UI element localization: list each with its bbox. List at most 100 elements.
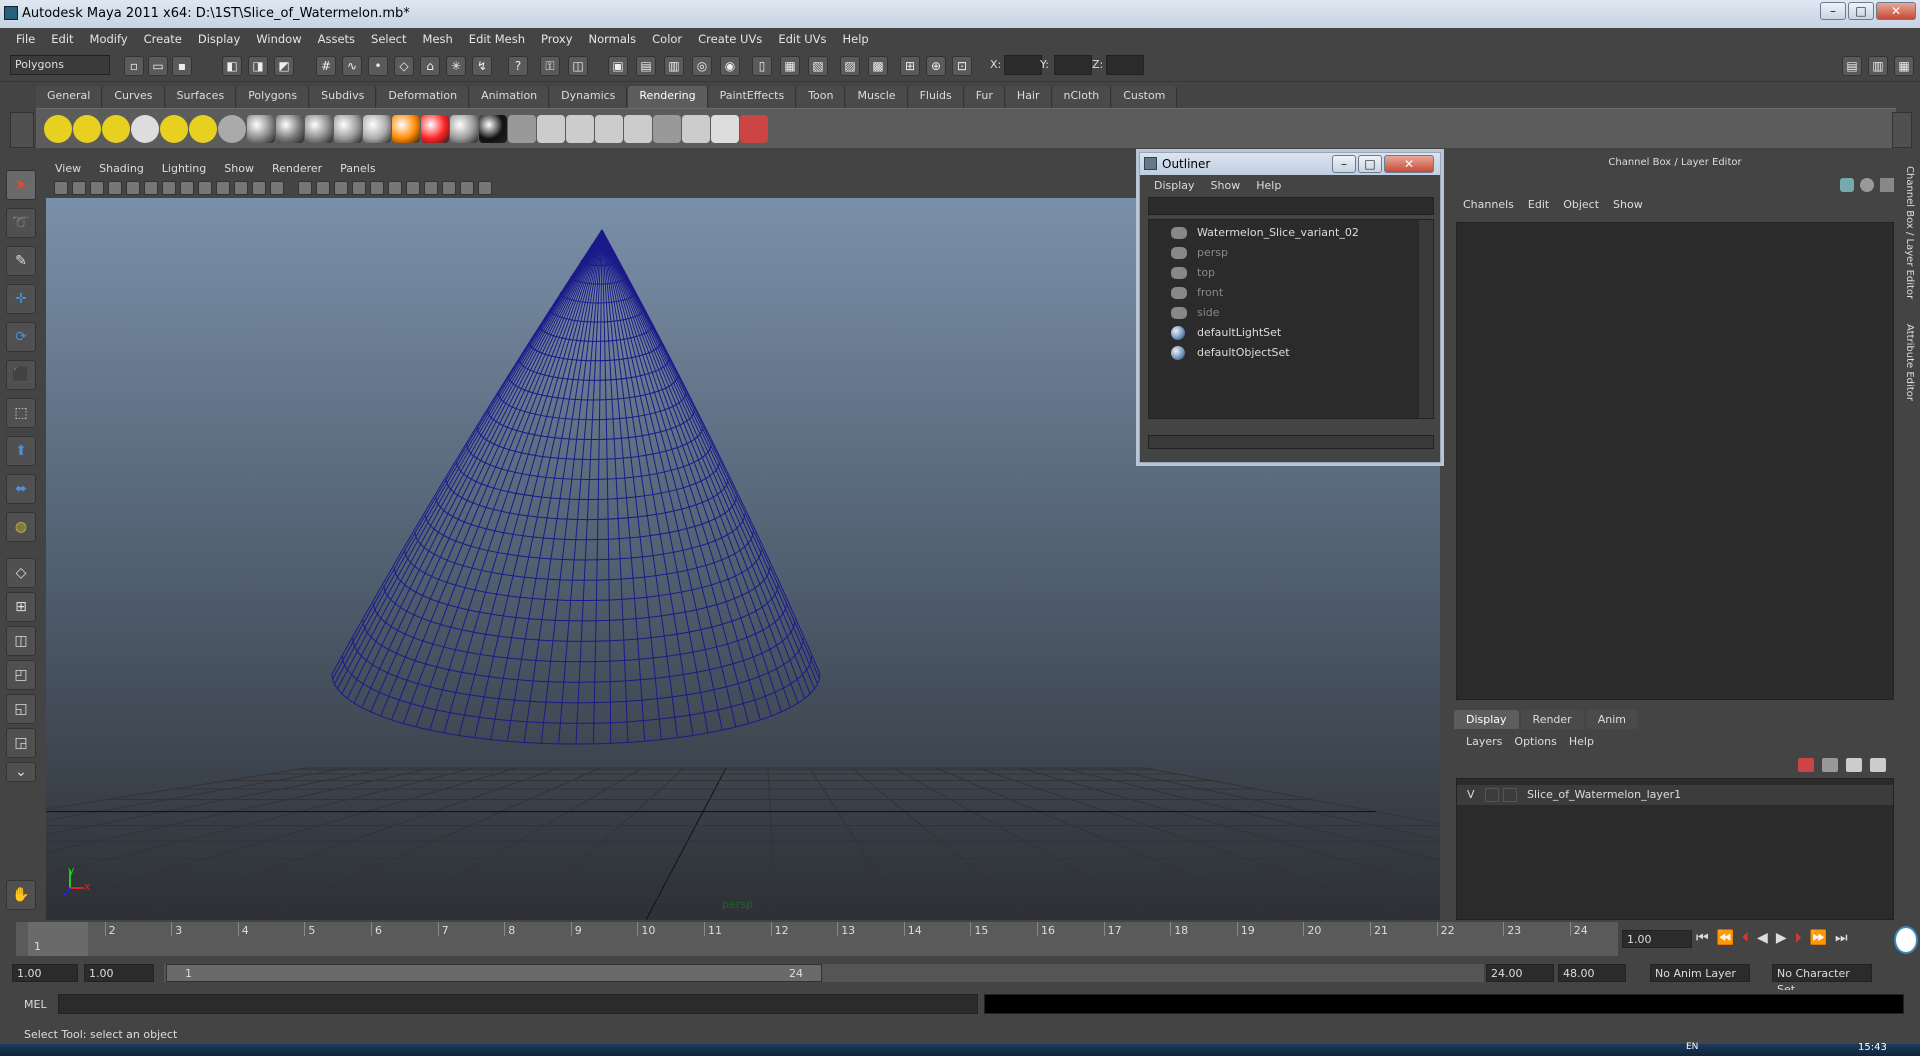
safe-action-icon[interactable] bbox=[252, 181, 266, 195]
shelf-tab-hair[interactable]: Hair bbox=[1005, 86, 1052, 108]
layout-more-icon[interactable]: ⌄ bbox=[6, 762, 36, 782]
construction-history-icon[interactable]: ↯ bbox=[472, 56, 492, 76]
menu-normals[interactable]: Normals bbox=[581, 32, 645, 46]
shelf-scroll-icon[interactable] bbox=[1892, 112, 1912, 148]
character-set-dropdown[interactable]: No Character Set bbox=[1772, 964, 1872, 996]
channel-box-area[interactable] bbox=[1456, 222, 1894, 700]
fur-icon[interactable] bbox=[711, 115, 739, 143]
lambert-icon[interactable] bbox=[276, 115, 304, 143]
go-to-end-icon[interactable]: ⏭ bbox=[1835, 930, 1848, 946]
anim-layer-dropdown[interactable]: No Anim Layer bbox=[1650, 964, 1750, 982]
select-tool-icon[interactable]: ➤ bbox=[6, 170, 36, 200]
help-icon[interactable]: ? bbox=[508, 56, 528, 76]
select-object-icon[interactable]: ◨ bbox=[248, 56, 268, 76]
outliner-item[interactable]: side bbox=[1171, 304, 1220, 322]
show-manipulator-icon[interactable]: ⬌ bbox=[6, 474, 36, 504]
render-view-icon[interactable] bbox=[537, 115, 565, 143]
blinn-icon[interactable] bbox=[247, 115, 275, 143]
persp-graph-layout-icon[interactable]: ◰ bbox=[6, 660, 36, 690]
layer-menu-layers[interactable]: Layers bbox=[1460, 735, 1508, 748]
x-field[interactable] bbox=[1004, 55, 1042, 75]
shelf-tab-toon[interactable]: Toon bbox=[797, 86, 846, 108]
menu-color[interactable]: Color bbox=[644, 32, 690, 46]
shadows-icon[interactable] bbox=[388, 181, 402, 195]
menu-modify[interactable]: Modify bbox=[82, 32, 136, 46]
paint-icon[interactable] bbox=[740, 115, 768, 143]
rotate-tool-icon[interactable]: ⟳ bbox=[6, 322, 36, 352]
y-field[interactable] bbox=[1054, 55, 1092, 75]
auto-key-icon[interactable] bbox=[1894, 926, 1918, 954]
outliner-list[interactable]: Watermelon_Slice_variant_02 persp top fr… bbox=[1148, 219, 1434, 419]
xray-icon[interactable] bbox=[442, 181, 456, 195]
numeric-input-icon[interactable]: ⊞ bbox=[900, 56, 920, 76]
four-pane-layout-icon[interactable]: ⊞ bbox=[6, 592, 36, 622]
close-button[interactable]: ✕ bbox=[1876, 2, 1916, 20]
shelf-tab-painteffects[interactable]: PaintEffects bbox=[708, 86, 797, 108]
play-forwards-icon[interactable]: ▶ bbox=[1776, 930, 1787, 946]
outliner-item[interactable]: persp bbox=[1171, 244, 1228, 262]
shelf-tab-rendering[interactable]: Rendering bbox=[628, 86, 708, 108]
move-layer-up-icon[interactable] bbox=[1846, 758, 1862, 772]
volume-light-icon[interactable] bbox=[189, 115, 217, 143]
batch-render-icon[interactable] bbox=[682, 115, 710, 143]
maximize-button[interactable]: □ bbox=[1848, 2, 1874, 20]
film-gate-icon[interactable] bbox=[180, 181, 194, 195]
menu-create[interactable]: Create bbox=[136, 32, 190, 46]
move-layer-down-icon[interactable] bbox=[1870, 758, 1886, 772]
hypershade-icon[interactable] bbox=[653, 115, 681, 143]
render-icon[interactable] bbox=[566, 115, 594, 143]
outliner-vertical-scrollbar[interactable] bbox=[1419, 220, 1433, 418]
camera-icon[interactable] bbox=[218, 115, 246, 143]
time-slider[interactable]: 123456789101112131415161718192021222324 … bbox=[0, 922, 1920, 958]
snap-plane-icon[interactable]: ◇ bbox=[394, 56, 414, 76]
end-time-field[interactable]: 48.00 bbox=[1558, 964, 1626, 982]
viewport-menu-lighting[interactable]: Lighting bbox=[153, 162, 215, 175]
menu-edit[interactable]: Edit bbox=[43, 32, 81, 46]
field-chart-icon[interactable] bbox=[234, 181, 248, 195]
menu-edit-mesh[interactable]: Edit Mesh bbox=[461, 32, 533, 46]
paint-select-tool-icon[interactable]: ✎ bbox=[6, 246, 36, 276]
shelf-tab-ncloth[interactable]: nCloth bbox=[1052, 86, 1112, 108]
viewport-menu-renderer[interactable]: Renderer bbox=[263, 162, 331, 175]
menu-mesh[interactable]: Mesh bbox=[415, 32, 461, 46]
menu-file[interactable]: File bbox=[8, 32, 43, 46]
quick-layout-icon[interactable]: ✋ bbox=[6, 880, 36, 910]
shelf-tab-animation[interactable]: Animation bbox=[470, 86, 550, 108]
layer-tab-display[interactable]: Display bbox=[1454, 710, 1519, 729]
layer-tab-anim[interactable]: Anim bbox=[1585, 710, 1638, 729]
outliner-close-button[interactable]: ✕ bbox=[1384, 155, 1434, 173]
layer-playback-toggle[interactable] bbox=[1485, 788, 1499, 802]
outliner-item[interactable]: top bbox=[1171, 264, 1215, 282]
shelf-tab-surfaces[interactable]: Surfaces bbox=[165, 86, 237, 108]
range-slider-track[interactable]: 1 24 bbox=[164, 964, 1484, 982]
render-settings-icon[interactable]: ▥ bbox=[664, 56, 684, 76]
manipulator-icon[interactable] bbox=[1840, 178, 1854, 192]
attribute-editor-toggle-icon[interactable]: ▤ bbox=[1842, 56, 1862, 76]
menu-create-uvs[interactable]: Create UVs bbox=[690, 32, 770, 46]
ambient-light-icon[interactable] bbox=[44, 115, 72, 143]
shelf-tab-deformation[interactable]: Deformation bbox=[377, 86, 470, 108]
default-lighting-icon[interactable] bbox=[370, 181, 384, 195]
step-forward-key-icon[interactable]: ⏩ bbox=[1810, 930, 1827, 946]
use-background-icon[interactable] bbox=[479, 115, 507, 143]
select-hierarchy-icon[interactable]: ◧ bbox=[222, 56, 242, 76]
outliner-menu-help[interactable]: Help bbox=[1248, 179, 1289, 192]
grease-pencil-icon[interactable] bbox=[144, 181, 158, 195]
minimize-button[interactable]: – bbox=[1820, 2, 1846, 20]
viewport-menu-panels[interactable]: Panels bbox=[331, 162, 384, 175]
outliner-minimize-button[interactable]: – bbox=[1332, 155, 1356, 173]
single-pane-layout-icon[interactable]: ◇ bbox=[6, 558, 36, 588]
current-time-field[interactable]: 1.00 bbox=[1622, 930, 1692, 948]
toon-shader-icon[interactable] bbox=[508, 115, 536, 143]
area-light-icon[interactable] bbox=[160, 115, 188, 143]
layer-list[interactable]: V Slice_of_Watermelon_layer1 bbox=[1456, 778, 1894, 920]
menu-select[interactable]: Select bbox=[363, 32, 414, 46]
ipr-icon[interactable]: ▤ bbox=[636, 56, 656, 76]
soft-mod-tool-icon[interactable]: ⬆ bbox=[6, 436, 36, 466]
anisotropic-icon[interactable] bbox=[363, 115, 391, 143]
layer-name[interactable]: Slice_of_Watermelon_layer1 bbox=[1527, 785, 1681, 805]
move-numeric-icon[interactable]: ⊕ bbox=[926, 56, 946, 76]
shelf-tab-curves[interactable]: Curves bbox=[103, 86, 165, 108]
menu-window[interactable]: Window bbox=[248, 32, 309, 46]
new-scene-icon[interactable]: ▫ bbox=[124, 56, 144, 76]
